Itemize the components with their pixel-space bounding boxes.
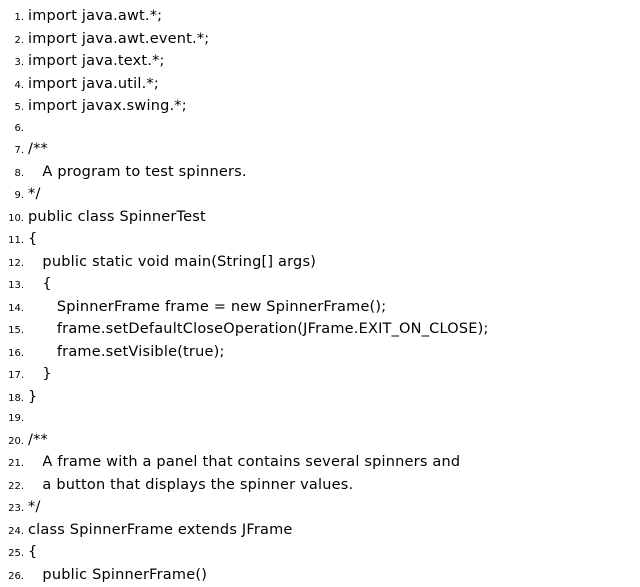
code-text: { xyxy=(28,274,52,295)
code-text: public class SpinnerTest xyxy=(28,207,206,228)
code-text: { xyxy=(28,542,37,563)
line-number: 7. xyxy=(0,141,24,162)
code-line: 7./** xyxy=(0,139,640,162)
code-text: a button that displays the spinner value… xyxy=(28,475,353,496)
line-number: 12. xyxy=(0,254,24,275)
line-number: 5. xyxy=(0,98,24,119)
code-line: 3.import java.text.*; xyxy=(0,51,640,74)
line-number: 4. xyxy=(0,76,24,97)
line-number: 6. xyxy=(0,119,24,140)
line-number: 18. xyxy=(0,389,24,410)
line-number: 25. xyxy=(0,544,24,565)
code-line: 13. { xyxy=(0,274,640,297)
line-number: 23. xyxy=(0,499,24,520)
code-text: */ xyxy=(28,184,41,205)
line-number: 1. xyxy=(0,8,24,29)
code-listing: 1.import java.awt.*;2.import java.awt.ev… xyxy=(0,6,640,587)
line-number: 26. xyxy=(0,567,24,587)
line-number: 24. xyxy=(0,522,24,543)
code-line: 17. } xyxy=(0,364,640,387)
code-text: SpinnerFrame frame = new SpinnerFrame(); xyxy=(28,297,386,318)
code-line: 8. A program to test spinners. xyxy=(0,162,640,185)
code-text: */ xyxy=(28,497,41,518)
code-text: import javax.swing.*; xyxy=(28,96,187,117)
code-text: A frame with a panel that contains sever… xyxy=(28,452,460,473)
code-line: 9.*/ xyxy=(0,184,640,207)
line-number: 17. xyxy=(0,366,24,387)
code-line: 6. xyxy=(0,119,640,140)
code-line: 20./** xyxy=(0,430,640,453)
code-text: /** xyxy=(28,430,48,451)
code-text: { xyxy=(28,229,37,250)
code-text: } xyxy=(28,364,52,385)
code-text: /** xyxy=(28,139,48,160)
line-number: 10. xyxy=(0,209,24,230)
code-text: public SpinnerFrame() xyxy=(28,565,207,586)
code-line: 5.import javax.swing.*; xyxy=(0,96,640,119)
code-text: frame.setDefaultCloseOperation(JFrame.EX… xyxy=(28,319,489,340)
code-line: 24.class SpinnerFrame extends JFrame xyxy=(0,520,640,543)
code-text: class SpinnerFrame extends JFrame xyxy=(28,520,293,541)
code-line: 22. a button that displays the spinner v… xyxy=(0,475,640,498)
line-number: 16. xyxy=(0,344,24,365)
code-text: import java.awt.*; xyxy=(28,6,162,27)
code-line: 21. A frame with a panel that contains s… xyxy=(0,452,640,475)
code-line: 14. SpinnerFrame frame = new SpinnerFram… xyxy=(0,297,640,320)
line-number: 22. xyxy=(0,477,24,498)
code-text: frame.setVisible(true); xyxy=(28,342,225,363)
line-number: 3. xyxy=(0,53,24,74)
line-number: 2. xyxy=(0,31,24,52)
code-line: 10.public class SpinnerTest xyxy=(0,207,640,230)
line-number: 15. xyxy=(0,321,24,342)
code-line: 15. frame.setDefaultCloseOperation(JFram… xyxy=(0,319,640,342)
line-number: 9. xyxy=(0,186,24,207)
line-number: 8. xyxy=(0,164,24,185)
code-line: 26. public SpinnerFrame() xyxy=(0,565,640,587)
code-text: } xyxy=(28,387,37,408)
line-number: 13. xyxy=(0,276,24,297)
code-line: 2.import java.awt.event.*; xyxy=(0,29,640,52)
code-line: 1.import java.awt.*; xyxy=(0,6,640,29)
line-number: 19. xyxy=(0,409,24,430)
code-line: 12. public static void main(String[] arg… xyxy=(0,252,640,275)
code-text: public static void main(String[] args) xyxy=(28,252,316,273)
code-line: 16. frame.setVisible(true); xyxy=(0,342,640,365)
code-line: 23.*/ xyxy=(0,497,640,520)
code-text: import java.util.*; xyxy=(28,74,159,95)
line-number: 11. xyxy=(0,231,24,252)
code-line: 11.{ xyxy=(0,229,640,252)
code-text: import java.text.*; xyxy=(28,51,165,72)
code-line: 19. xyxy=(0,409,640,430)
code-line: 18.} xyxy=(0,387,640,410)
code-line: 25.{ xyxy=(0,542,640,565)
code-text: A program to test spinners. xyxy=(28,162,247,183)
code-text: import java.awt.event.*; xyxy=(28,29,209,50)
line-number: 21. xyxy=(0,454,24,475)
line-number: 14. xyxy=(0,299,24,320)
code-line: 4.import java.util.*; xyxy=(0,74,640,97)
line-number: 20. xyxy=(0,432,24,453)
